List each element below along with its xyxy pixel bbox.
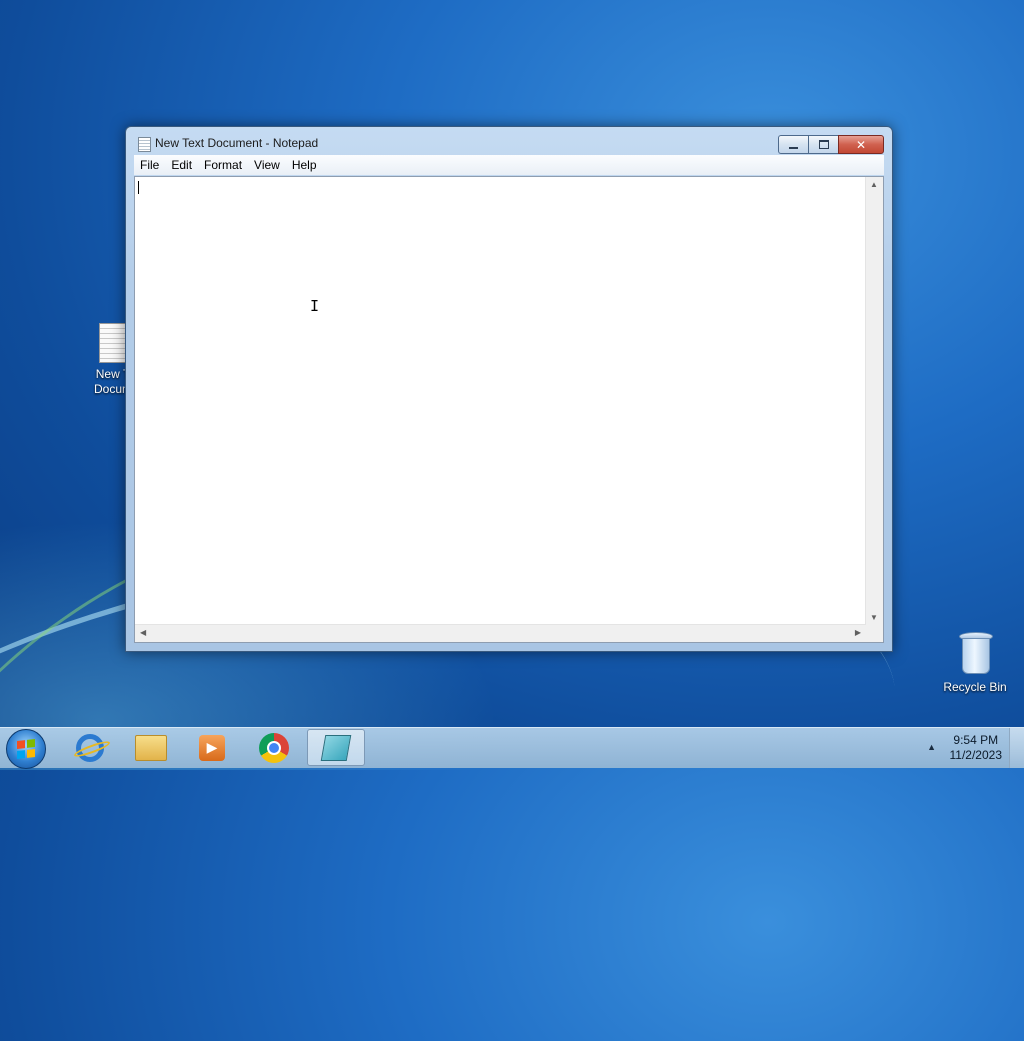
- notepad-window[interactable]: New Text Document - Notepad ✕ File Edit …: [125, 126, 893, 652]
- menu-bar: File Edit Format View Help: [134, 155, 884, 175]
- menu-help[interactable]: Help: [286, 155, 323, 175]
- text-document-icon: [99, 323, 127, 363]
- close-button[interactable]: ✕: [838, 135, 884, 154]
- scroll-up-icon[interactable]: ▲: [870, 180, 878, 189]
- file-explorer-icon: [135, 734, 167, 761]
- scroll-right-icon[interactable]: ▶: [855, 628, 861, 637]
- menu-file[interactable]: File: [134, 155, 165, 175]
- menu-edit[interactable]: Edit: [165, 155, 198, 175]
- internet-explorer-icon: [76, 733, 104, 762]
- scroll-down-icon[interactable]: ▼: [870, 613, 878, 622]
- taskbar-file-explorer[interactable]: [122, 729, 180, 766]
- text-caret: [138, 181, 139, 194]
- ibeam-cursor-icon: I: [310, 297, 320, 315]
- show-desktop-button[interactable]: [1009, 728, 1024, 768]
- caption-buttons: ✕: [778, 135, 884, 154]
- taskbar-notepad[interactable]: [307, 729, 365, 766]
- text-editor-area[interactable]: I ▲ ▼ ◀ ▶: [134, 176, 884, 643]
- resize-grip-icon[interactable]: [866, 625, 883, 642]
- clock-time: 9:54 PM: [953, 733, 999, 747]
- taskbar-media-player[interactable]: ▶: [183, 729, 241, 766]
- taskbar-chrome[interactable]: [245, 729, 303, 766]
- menu-format[interactable]: Format: [198, 155, 248, 175]
- taskbar: ▶ ▲ 9:54 PM 11/2/2023: [0, 727, 1024, 769]
- taskbar-internet-explorer[interactable]: [61, 729, 119, 766]
- minimize-button[interactable]: [778, 135, 808, 154]
- window-title: New Text Document - Notepad: [155, 136, 319, 150]
- system-clock[interactable]: 9:54 PM 11/2/2023: [950, 733, 1003, 763]
- horizontal-scrollbar[interactable]: ◀ ▶: [135, 624, 866, 642]
- recycle-bin-icon: [959, 632, 993, 674]
- show-hidden-icons-icon[interactable]: ▲: [927, 742, 936, 752]
- close-icon: ✕: [855, 137, 867, 152]
- desktop-icon-recycle-bin[interactable]: Recycle Bin: [937, 632, 1013, 695]
- desktop-icon-label: Recycle Bin: [943, 680, 1007, 694]
- minimize-icon: [789, 146, 798, 149]
- menu-view[interactable]: View: [248, 155, 286, 175]
- notepad-icon: [138, 137, 151, 152]
- windows-logo-icon: [17, 739, 35, 759]
- scroll-left-icon[interactable]: ◀: [140, 628, 146, 637]
- start-button[interactable]: [6, 729, 46, 769]
- maximize-icon: [818, 140, 829, 149]
- notepad-icon: [320, 734, 352, 761]
- maximize-button[interactable]: [808, 135, 838, 154]
- chrome-icon: [259, 732, 289, 763]
- vertical-scrollbar[interactable]: ▲ ▼: [865, 177, 883, 625]
- clock-date: 11/2/2023: [949, 748, 1003, 762]
- media-player-icon: ▶: [199, 734, 225, 761]
- title-bar[interactable]: New Text Document - Notepad ✕: [126, 127, 892, 155]
